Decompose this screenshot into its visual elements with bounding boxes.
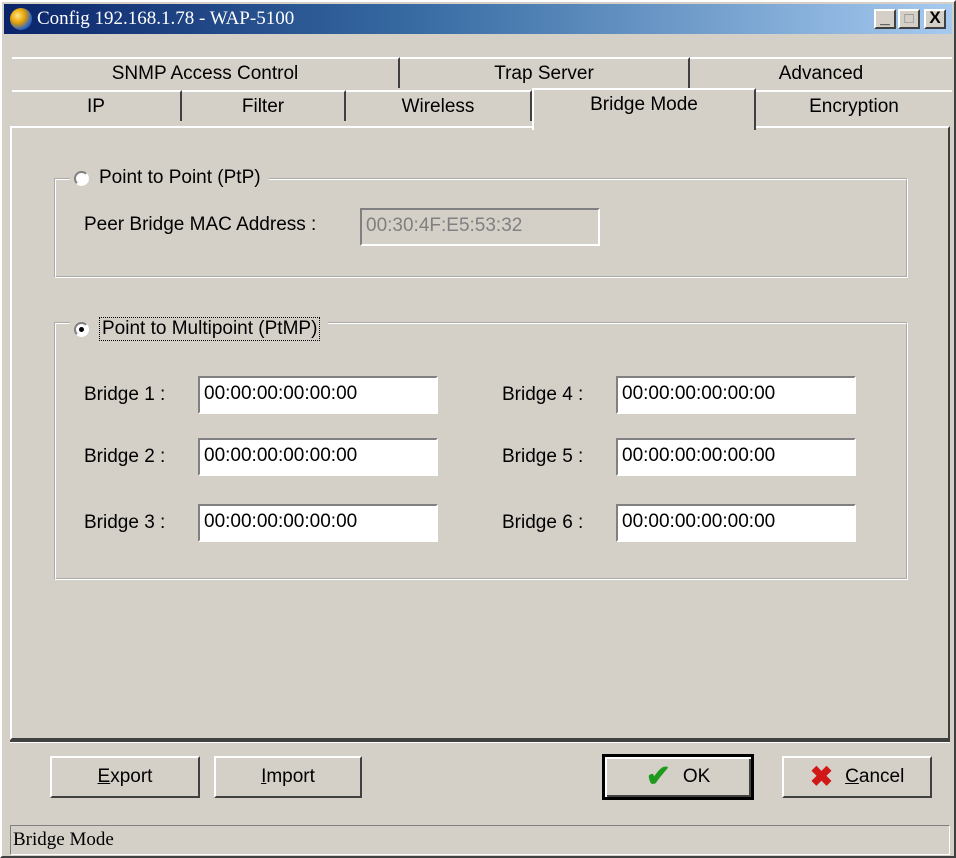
cancel-button[interactable]: ✖ Cancel (782, 756, 932, 798)
bridge-6-input[interactable]: 00:00:00:00:00:00 (616, 504, 856, 542)
bridge-2-input[interactable]: 00:00:00:00:00:00 (198, 438, 438, 476)
tab-snmp-access-control[interactable]: SNMP Access Control (12, 57, 400, 88)
title-bar[interactable]: Config 192.168.1.78 - WAP-5100 _ □ X (4, 4, 952, 34)
import-button[interactable]: Import (214, 756, 362, 798)
minimize-button[interactable]: _ (874, 8, 896, 29)
button-separator (10, 740, 950, 743)
bridge-mode-panel: Point to Point (PtP) Peer Bridge MAC Add… (10, 126, 950, 740)
maximize-button: □ (898, 9, 920, 29)
tab-bridge-mode[interactable]: Bridge Mode (532, 88, 756, 130)
ptmp-radio-label: Point to Multipoint (PtMP) (99, 317, 321, 341)
minimize-icon: _ (880, 8, 890, 27)
config-window: Config 192.168.1.78 - WAP-5100 _ □ X SNM… (0, 0, 956, 858)
import-label: Import (261, 766, 315, 787)
tab-filter[interactable]: Filter (182, 90, 346, 121)
tab-encryption[interactable]: Encryption (756, 90, 952, 121)
bridge-3-label: Bridge 3 : (84, 512, 166, 533)
peer-mac-label: Peer Bridge MAC Address : (84, 214, 317, 235)
tab-label: Encryption (809, 96, 899, 117)
tab-wireless[interactable]: Wireless (346, 90, 532, 121)
tab-trap-server[interactable]: Trap Server (400, 57, 690, 88)
bridge-4-label: Bridge 4 : (502, 384, 584, 405)
bridge-1-label: Bridge 1 : (84, 384, 166, 405)
app-globe-icon (10, 8, 32, 30)
ptmp-radio[interactable]: Point to Multipoint (PtMP) (70, 314, 329, 344)
ptmp-radio-icon[interactable] (74, 321, 89, 337)
x-mark-icon: ✖ (809, 761, 834, 792)
tab-label: Filter (241, 96, 285, 117)
bridge-4-input[interactable]: 00:00:00:00:00:00 (616, 376, 856, 414)
tab-label: Advanced (778, 63, 864, 84)
bridge-5-input[interactable]: 00:00:00:00:00:00 (616, 438, 856, 476)
export-button[interactable]: Export (50, 756, 200, 798)
ptp-radio[interactable]: Point to Point (PtP) (70, 163, 269, 193)
status-bar: Bridge Mode (10, 825, 950, 855)
bridge-5-label: Bridge 5 : (502, 446, 584, 467)
checkmark-icon: ✔ (645, 760, 671, 793)
bridge-3-input[interactable]: 00:00:00:00:00:00 (198, 504, 438, 542)
tab-label: SNMP Access Control (111, 63, 299, 84)
close-button[interactable]: X (924, 8, 946, 29)
peer-mac-field: 00:30:4F:E5:53:32 (360, 208, 600, 246)
ptp-radio-icon[interactable] (74, 170, 89, 186)
bridge-6-label: Bridge 6 : (502, 512, 584, 533)
window-title: Config 192.168.1.78 - WAP-5100 (37, 8, 295, 29)
close-icon: X (929, 8, 941, 27)
tab-label: Wireless (401, 96, 475, 117)
ok-button[interactable]: ✔ OK (602, 754, 754, 800)
export-label: Export (97, 766, 153, 787)
tab-label: Bridge Mode (590, 94, 698, 115)
bridge-2-label: Bridge 2 : (84, 446, 166, 467)
bridge-1-input[interactable]: 00:00:00:00:00:00 (198, 376, 438, 414)
tab-label: IP (87, 96, 105, 117)
maximize-icon: □ (904, 10, 914, 27)
ptp-radio-label: Point to Point (PtP) (99, 167, 261, 188)
cancel-label: Cancel (845, 766, 905, 787)
tab-ip[interactable]: IP (12, 90, 182, 121)
tab-advanced[interactable]: Advanced (690, 57, 952, 88)
tab-label: Trap Server (494, 63, 594, 84)
ok-label: OK (682, 766, 711, 787)
